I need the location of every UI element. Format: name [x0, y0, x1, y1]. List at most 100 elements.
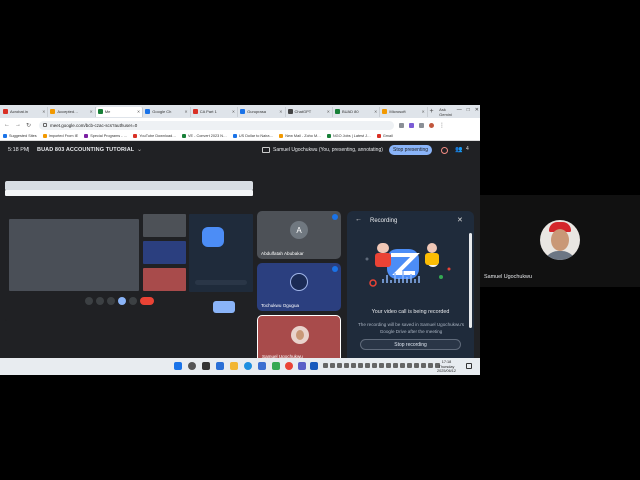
tab-label: Google Ch [152, 109, 172, 114]
tray-icon[interactable] [393, 363, 398, 368]
notification-icon[interactable] [466, 363, 472, 369]
close-icon[interactable]: ✕ [279, 109, 282, 114]
close-icon[interactable]: ✕ [42, 109, 45, 114]
tab-google-chrome[interactable]: Google Ch ✕ [143, 106, 191, 117]
bookmark-label: Imported From IE [48, 134, 79, 138]
close-icon[interactable]: ✕ [89, 109, 92, 114]
tray-icon[interactable] [344, 363, 349, 368]
annotation-marker [213, 301, 235, 313]
windows-start-icon[interactable] [174, 362, 182, 370]
tray-icon[interactable] [414, 363, 419, 368]
new-tab-button[interactable]: + [428, 108, 435, 115]
people-icon[interactable]: 👥 [455, 146, 462, 153]
bookmark-label: NGO Jobs | Latest J… [332, 134, 371, 138]
tab-label: Acrobat.in [10, 109, 29, 114]
close-icon[interactable]: ✕ [327, 109, 330, 114]
avatar: A [290, 221, 308, 239]
word-icon[interactable] [310, 362, 318, 370]
back-icon[interactable]: ← [4, 122, 10, 128]
close-icon[interactable]: ✕ [421, 109, 424, 114]
participant-tile[interactable]: A Abdulfatah Abubakar [257, 211, 341, 259]
tray-icon[interactable] [337, 363, 342, 368]
tray-icon[interactable] [428, 363, 433, 368]
tab-meet[interactable]: Me ✕ [95, 106, 144, 117]
close-icon[interactable]: ✕ [457, 216, 463, 224]
minimize-icon[interactable]: — [457, 107, 462, 113]
reload-icon[interactable]: ↻ [26, 122, 31, 129]
participant-tile[interactable]: Tochukwu Ogugua [257, 263, 341, 311]
tray-icon[interactable] [421, 363, 426, 368]
bookmark-item[interactable]: Suggested Sites [3, 134, 37, 138]
forward-icon[interactable]: → [15, 122, 21, 128]
nested-controls [85, 297, 185, 305]
file-explorer-icon[interactable] [230, 362, 238, 370]
store-icon[interactable] [258, 362, 266, 370]
tab-guruprasa[interactable]: Guruprasa ✕ [238, 106, 286, 117]
close-icon[interactable]: ✕ [137, 109, 140, 114]
tab-favicon [382, 109, 388, 114]
bookmark-item[interactable]: US Dollar to Naira… [232, 134, 274, 138]
site-info-icon[interactable] [43, 123, 48, 127]
tray-icon[interactable] [379, 363, 384, 368]
url-input[interactable]: meet.google.com/bcb-czac-scs?authuser=0 [39, 120, 395, 130]
taskbar-clock[interactable]: 17:18 Thursday 2025/06/12 [437, 360, 456, 374]
tray-icon[interactable] [358, 363, 363, 368]
nested-stop-recording [195, 280, 247, 285]
recording-indicator-icon[interactable] [441, 147, 448, 154]
back-arrow-icon[interactable]: ← [355, 216, 362, 223]
screen: Acrobat.in ✕ Accepted… ✕ Me ✕ Google Ch ✕ CA… [0, 0, 640, 480]
maximize-icon[interactable]: □ [467, 107, 470, 113]
close-icon[interactable]: ✕ [232, 109, 235, 114]
bookmark-item[interactable]: New Mail - Zoho M… [279, 134, 321, 138]
widgets-icon[interactable] [216, 362, 224, 370]
edge-icon[interactable] [244, 362, 252, 370]
recording-heading: Your video call is being recorded [371, 309, 450, 315]
extension-icon[interactable] [419, 122, 425, 128]
search-icon[interactable] [188, 362, 196, 370]
app-icon[interactable] [272, 362, 280, 370]
bookmark-item[interactable]: YouTube Download… [133, 134, 176, 138]
tab-buad[interactable]: BUAD 80 ✕ [333, 106, 381, 117]
chevron-down-icon[interactable]: ⌄ [137, 146, 142, 153]
tab-acrobat[interactable]: Acrobat.in ✕ [1, 106, 49, 117]
tray-icon[interactable] [400, 363, 405, 368]
tab-label: CA Part 1 [199, 109, 217, 114]
participant-tile[interactable]: Samuel Ugochukwu [257, 315, 341, 363]
close-icon[interactable]: ✕ [184, 109, 187, 114]
bookmark-icon [326, 134, 331, 138]
app-icon[interactable] [298, 362, 306, 370]
bookmark-item[interactable]: NGO Jobs | Latest J… [326, 134, 371, 138]
bookmark-icon [3, 134, 7, 138]
url-text: meet.google.com/bcb-czac-scs?authuser=0 [50, 122, 138, 128]
tray-icon[interactable] [372, 363, 377, 368]
chrome-icon[interactable] [285, 362, 293, 370]
windows-taskbar: 17:18 Thursday 2025/06/12 [0, 358, 480, 375]
tab-microsoft[interactable]: Microsoft ✕ [380, 106, 428, 117]
panel-scrollbar[interactable] [469, 233, 472, 328]
profile-icon[interactable] [429, 122, 435, 128]
close-window-icon[interactable]: ✕ [475, 107, 479, 113]
bookmark-item[interactable]: Imported From IE [42, 134, 79, 138]
stop-presenting-button[interactable]: Stop presenting [389, 145, 432, 155]
tab-chatgpt[interactable]: ChatGPT ✕ [286, 106, 333, 117]
bookmark-item[interactable]: Gmail [376, 134, 393, 138]
tray-icon[interactable] [365, 363, 370, 368]
tab-ca-part[interactable]: CA Part 1 ✕ [191, 106, 239, 117]
task-view-icon[interactable] [202, 362, 210, 370]
panel-title: Recording [370, 218, 398, 224]
bookmark-item[interactable]: Special Programs - … [84, 134, 127, 138]
bookmark-item[interactable]: VE - Convert 2023 N… [182, 134, 227, 138]
extension-icon[interactable] [409, 122, 415, 128]
tray-icon[interactable] [323, 363, 328, 368]
tray-icon[interactable] [386, 363, 391, 368]
extension-icon[interactable] [399, 122, 405, 128]
bookmark-label: US Dollar to Naira… [238, 134, 274, 138]
tab-accepted[interactable]: Accepted… ✕ [48, 106, 96, 117]
menu-icon[interactable]: ⋮ [439, 122, 445, 129]
close-icon[interactable]: ✕ [374, 109, 377, 114]
tray-icon[interactable] [351, 363, 356, 368]
stop-recording-button[interactable]: Stop recording [360, 339, 461, 350]
bookmarks-bar: Suggested Sites Imported From IE Special… [0, 132, 480, 141]
tray-icon[interactable] [407, 363, 412, 368]
tray-icon[interactable] [330, 363, 335, 368]
